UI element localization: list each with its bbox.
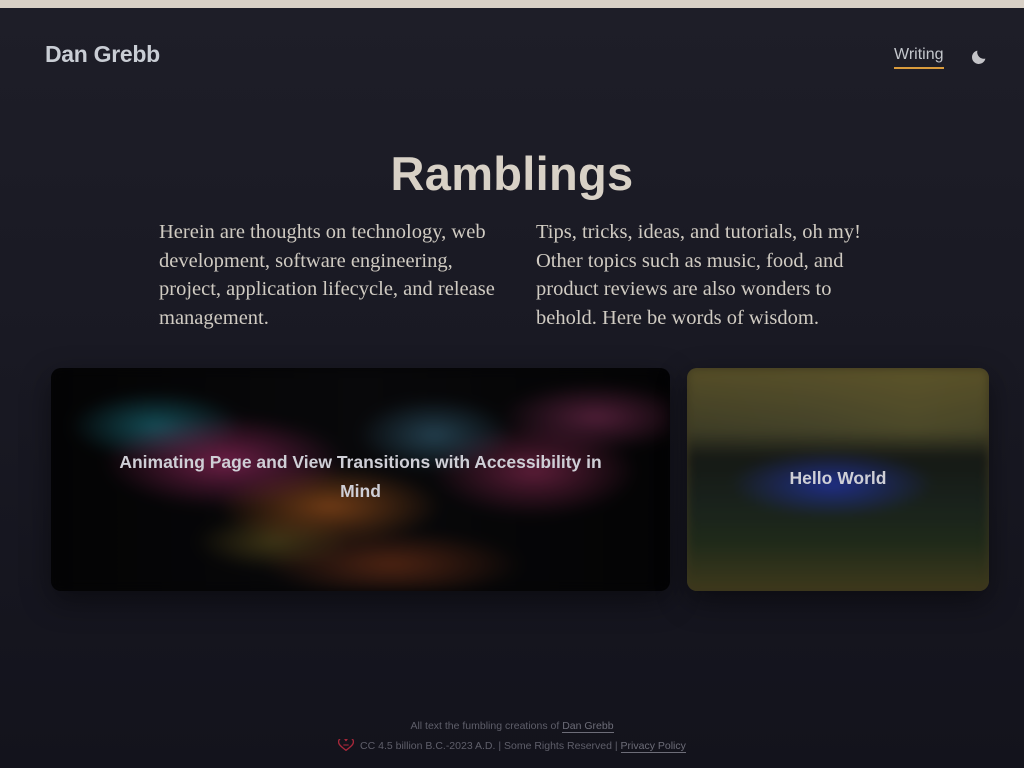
moon-icon [972,50,986,64]
post-card-animating-transitions[interactable]: Animating Page and View Transitions with… [51,368,670,591]
top-accent-bar [0,0,1024,8]
post-card-title: Hello World [789,468,887,488]
footer-author-link[interactable]: Dan Grebb [562,720,614,733]
post-card-hello-world[interactable]: Hello World [687,368,989,591]
site-footer: All text the fumbling creations of Dan G… [0,716,1024,756]
footer-line-2: CC 4.5 billion B.C.-2023 A.D. | Some Rig… [0,736,1024,756]
heart-icon [338,739,355,751]
post-card-title: Animating Page and View Transitions with… [119,452,602,501]
page-title: Ramblings [390,147,634,200]
footer-line-1: All text the fumbling creations of Dan G… [0,716,1024,736]
footer-credit-text: All text the fumbling creations of [410,720,560,732]
footer-license-text: CC 4.5 billion B.C.-2023 A.D. | Some Rig… [360,740,618,752]
site-brand-link[interactable]: Dan Grebb [45,41,160,68]
theme-toggle-button[interactable] [968,46,990,68]
nav-link-writing[interactable]: Writing [894,46,944,69]
intro-paragraph-right: Tips, tricks, ideas, and tutorials, oh m… [536,221,861,330]
footer-privacy-link[interactable]: Privacy Policy [620,740,686,753]
intro-paragraph-left: Herein are thoughts on technology, web d… [159,221,495,330]
